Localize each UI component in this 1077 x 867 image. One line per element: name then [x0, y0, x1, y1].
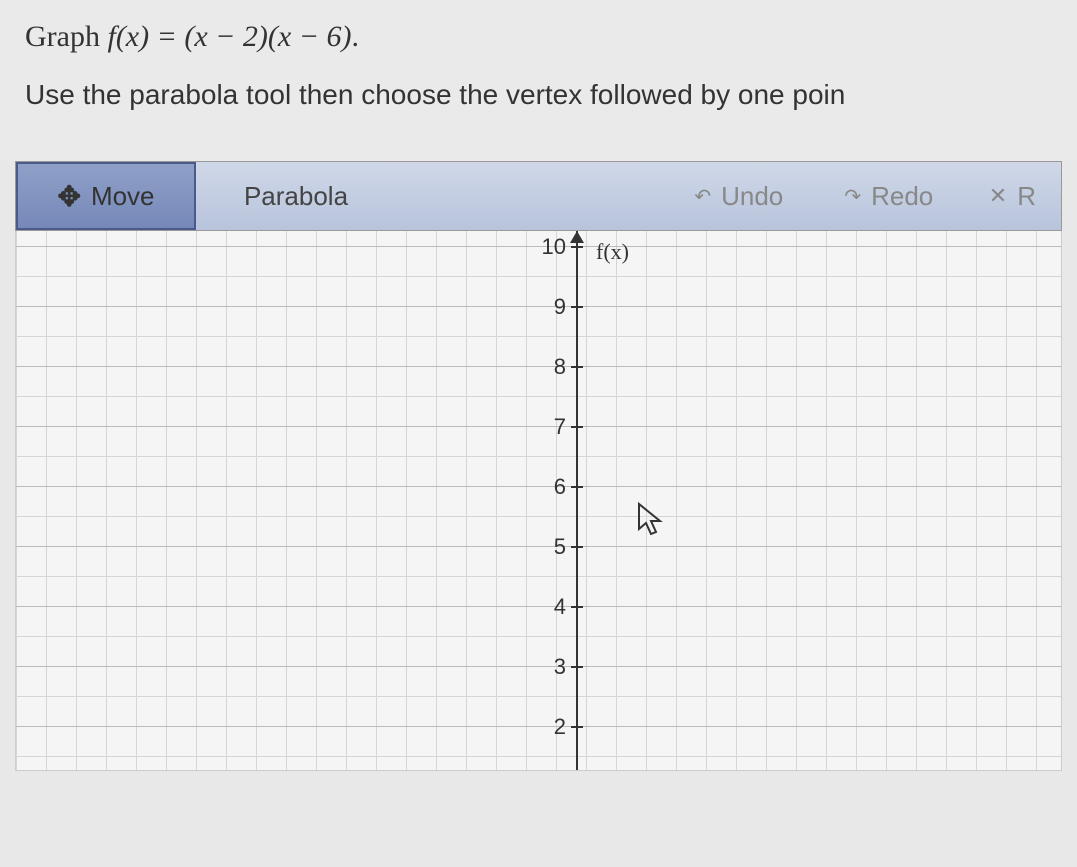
move-label: Move [91, 181, 155, 212]
move-tool-button[interactable]: ✥ Move [16, 162, 196, 230]
y-tick-label: 7 [536, 414, 566, 440]
parabola-label: Parabola [244, 181, 348, 212]
y-tick-label: 4 [536, 594, 566, 620]
y-tick [571, 426, 583, 428]
instruction-text: Use the parabola tool then choose the ve… [25, 79, 1052, 111]
question-prefix: Graph [25, 20, 107, 53]
undo-button[interactable]: ↶ Undo [664, 162, 814, 230]
cursor-icon [636, 501, 668, 550]
reset-button[interactable]: ✕ R [964, 162, 1061, 230]
redo-label: Redo [871, 181, 933, 212]
redo-button[interactable]: ↷ Redo [814, 162, 964, 230]
y-axis-arrow [570, 231, 584, 243]
parabola-tool-button[interactable]: Parabola [196, 162, 396, 230]
undo-icon: ↶ [694, 184, 711, 209]
reset-label: R [1017, 181, 1036, 212]
question-function: f(x) = (x − 2)(x − 6) [107, 20, 351, 53]
y-tick-label: 9 [536, 294, 566, 320]
question-prompt: Graph f(x) = (x − 2)(x − 6). [25, 20, 1052, 54]
y-tick-label: 5 [536, 534, 566, 560]
redo-icon: ↷ [844, 184, 861, 209]
move-icon: ✥ [57, 180, 80, 213]
y-tick [571, 486, 583, 488]
y-tick [571, 306, 583, 308]
y-tick-label: 6 [536, 474, 566, 500]
y-axis [576, 231, 578, 770]
y-tick [571, 366, 583, 368]
reset-icon: ✕ [989, 183, 1007, 209]
y-tick-label: 3 [536, 654, 566, 680]
y-tick [571, 546, 583, 548]
y-tick-label: 2 [536, 714, 566, 740]
graph-canvas[interactable]: f(x) 10 9 8 7 6 5 4 3 2 [15, 231, 1062, 771]
y-tick [571, 666, 583, 668]
graph-toolbar: ✥ Move Parabola ↶ Undo ↷ Redo ✕ R [15, 161, 1062, 231]
y-tick [571, 726, 583, 728]
y-tick [571, 246, 583, 248]
question-suffix: . [351, 20, 359, 53]
y-tick [571, 606, 583, 608]
y-tick-label: 10 [536, 234, 566, 260]
y-tick-label: 8 [536, 354, 566, 380]
undo-label: Undo [721, 181, 783, 212]
y-axis-title: f(x) [596, 239, 629, 265]
